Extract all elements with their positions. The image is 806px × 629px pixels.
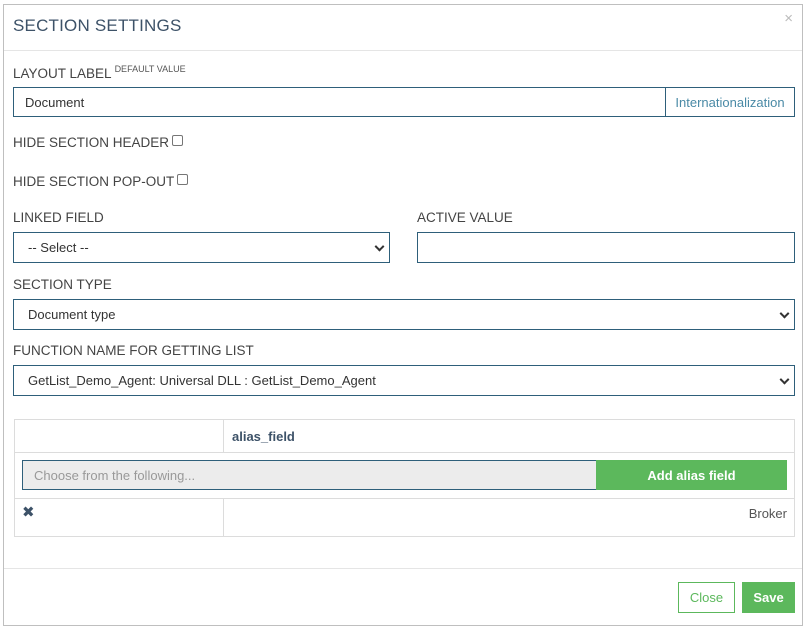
- default-value-sup: DEFAULT VALUE: [114, 64, 186, 74]
- chevron-down-icon: [374, 241, 385, 252]
- section-type-selected: Document type: [28, 307, 116, 322]
- close-button[interactable]: Close: [678, 582, 735, 613]
- save-button[interactable]: Save: [742, 582, 795, 613]
- modal-footer-divider: [4, 568, 802, 569]
- function-name-select[interactable]: GetList_Demo_Agent: Universal DLL : GetL…: [13, 365, 795, 396]
- layout-label-input[interactable]: Document: [13, 87, 666, 117]
- modal-header: SECTION SETTINGS ×: [4, 5, 802, 51]
- hide-section-header-label: HIDE SECTION HEADER: [13, 135, 170, 150]
- hide-section-header-checkbox[interactable]: [172, 135, 184, 146]
- hide-section-popout-row: HIDE SECTION POP-OUT: [13, 174, 189, 189]
- alias-table-add-row: Choose from the following... Add alias f…: [15, 453, 794, 499]
- function-name-label: FUNCTION NAME FOR GETTING LIST: [13, 343, 254, 358]
- alias-table: alias_field Choose from the following...…: [14, 419, 795, 537]
- alias-row-value: Broker: [748, 506, 787, 521]
- delete-icon[interactable]: ✖: [22, 503, 35, 521]
- linked-field-select[interactable]: -- Select --: [13, 232, 390, 263]
- hide-section-header-row: HIDE SECTION HEADER: [13, 135, 184, 150]
- hide-section-popout-checkbox[interactable]: [177, 174, 189, 185]
- column-divider: [223, 420, 224, 453]
- column-divider: [223, 499, 224, 537]
- layout-label-heading: LAYOUT LABEL DEFAULT VALUE: [13, 64, 186, 81]
- section-type-label: SECTION TYPE: [13, 277, 112, 292]
- section-settings-modal: SECTION SETTINGS × LAYOUT LABEL DEFAULT V…: [3, 4, 803, 626]
- alias-choose-input[interactable]: Choose from the following...: [22, 460, 597, 490]
- alias-table-header-row: alias_field: [15, 420, 794, 453]
- function-name-selected: GetList_Demo_Agent: Universal DLL : GetL…: [28, 373, 376, 388]
- chevron-down-icon: [779, 308, 790, 319]
- layout-label-text: LAYOUT LABEL: [13, 66, 112, 81]
- section-type-select[interactable]: Document type: [13, 299, 795, 330]
- active-value-label: ACTIVE VALUE: [417, 210, 513, 225]
- hide-section-popout-label: HIDE SECTION POP-OUT: [13, 174, 175, 189]
- internationalization-button[interactable]: Internationalization: [665, 87, 795, 117]
- linked-field-label: LINKED FIELD: [13, 210, 104, 225]
- modal-title: SECTION SETTINGS: [13, 16, 182, 35]
- alias-field-header: alias_field: [232, 429, 295, 444]
- active-value-input[interactable]: [417, 232, 795, 263]
- chevron-down-icon: [779, 374, 790, 385]
- add-alias-field-button[interactable]: Add alias field: [596, 460, 787, 490]
- close-icon[interactable]: ×: [784, 11, 793, 26]
- linked-field-selected: -- Select --: [28, 240, 89, 255]
